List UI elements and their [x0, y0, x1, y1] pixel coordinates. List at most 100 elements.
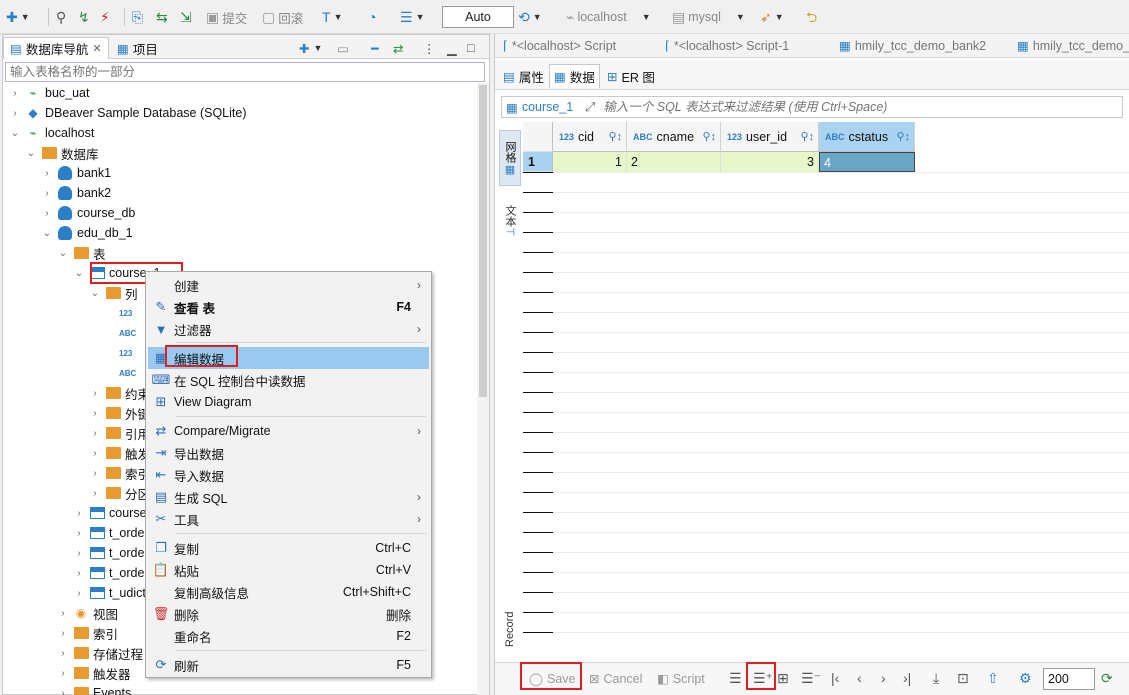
chevron-right-icon[interactable]: › — [73, 588, 85, 599]
table-filter-input[interactable] — [5, 62, 485, 82]
tree-node-localhost[interactable]: ⌄ ⌁ localhost — [9, 123, 95, 143]
chevron-down-icon[interactable]: ⌄ — [89, 288, 101, 299]
chevron-down-icon[interactable]: ⌄ — [41, 228, 53, 239]
history-button[interactable]: ⟲ ▼ — [518, 7, 542, 27]
chevron-right-icon[interactable]: › — [41, 188, 53, 199]
menu-item-view-diagram[interactable]: ⊞ View Diagram — [148, 391, 429, 413]
chevron-down-icon[interactable]: ⌄ — [57, 248, 69, 259]
menu-item-delete[interactable]: 🗑 删除 删除 — [148, 603, 429, 625]
tab-grid-view[interactable]: 网格 ▦ — [499, 130, 521, 186]
chevron-right-icon[interactable]: › — [57, 628, 69, 639]
column-header-cid[interactable]: 123 cid ⚲↕ — [553, 122, 627, 152]
copy-row-icon[interactable]: ⊞ — [777, 670, 789, 687]
tab-hmily-bank2[interactable]: ▦ hmily_tcc_demo_bank2 — [839, 38, 986, 54]
link-editor-button[interactable]: ⇄ — [393, 37, 403, 59]
tx-mode-button[interactable]: ⎘ — [132, 7, 143, 27]
tools-button[interactable]: ➶ ▼ — [760, 7, 784, 27]
chevron-right-icon[interactable]: › — [89, 408, 101, 419]
tree-node-course-db[interactable]: › course_db — [41, 203, 135, 223]
chevron-right-icon[interactable]: › — [57, 668, 69, 679]
filter-sort-icon[interactable]: ⚲↕ — [702, 130, 716, 143]
cancel-button[interactable]: ⊠ Cancel — [589, 671, 642, 687]
column-header-cname[interactable]: ABC cname ⚲↕ — [627, 122, 721, 152]
fetch-size-input[interactable]: 200 — [1043, 668, 1095, 690]
first-page-icon[interactable]: |‹ — [831, 670, 839, 686]
chevron-right-icon[interactable]: › — [57, 688, 69, 695]
filter-sort-icon[interactable]: ⚲↕ — [608, 130, 622, 143]
chevron-down-icon[interactable]: ⌄ — [9, 128, 21, 139]
tree-node-views[interactable]: › ◉ 视图 — [57, 603, 118, 623]
tree-node-procedures[interactable]: › 存储过程 — [57, 643, 143, 663]
tree-node-sqlite[interactable]: › ◆ DBeaver Sample Database (SQLite) — [9, 103, 246, 123]
chevron-down-icon[interactable]: ⌄ — [73, 268, 85, 279]
tree-node-buc-uat[interactable]: › ⌁ buc_uat — [9, 83, 89, 103]
tree-node-column[interactable]: 123 — [119, 303, 132, 323]
edit-row-icon[interactable]: ☰ — [729, 670, 742, 687]
export-icon[interactable]: ⇧ — [987, 670, 999, 687]
tree-node-t-order[interactable]: › t_order — [73, 563, 148, 583]
tree-node-indexes[interactable]: › 索引 — [57, 623, 118, 643]
menu-item-filter[interactable]: ▼ 过滤器 › — [148, 318, 429, 340]
tab-properties[interactable]: ▤ 属性 — [499, 64, 548, 88]
menu-item-read-in-console[interactable]: ⌨ 在 SQL 控制台中读数据 — [148, 369, 429, 391]
tab-hmily-other[interactable]: ▦ hmily_tcc_demo_ — [1017, 38, 1129, 54]
script-button[interactable]: ◧ Script — [657, 671, 705, 687]
grid-cell-cname[interactable]: 2 — [627, 152, 721, 172]
select-icon[interactable]: ⊡ — [957, 670, 969, 687]
grid-cell-cid[interactable]: 1 — [553, 152, 627, 172]
tree-node-events[interactable]: › Events — [57, 683, 131, 695]
chevron-right-icon[interactable]: › — [73, 508, 85, 519]
chevron-right-icon[interactable]: › — [41, 168, 53, 179]
chevron-right-icon[interactable]: › — [73, 568, 85, 579]
grid-corner[interactable] — [523, 122, 553, 152]
tab-record-view[interactable]: Record — [499, 594, 521, 664]
row-number[interactable]: 1 — [523, 152, 553, 172]
tree-node-triggers[interactable]: › 触发器 — [57, 663, 131, 683]
new-connection-button[interactable]: ✚ ▼ — [299, 37, 322, 59]
chevron-right-icon[interactable]: › — [57, 648, 69, 659]
commit-button[interactable]: ▣ 提交 — [206, 7, 247, 27]
tree-node-tables[interactable]: ⌄ 表 — [57, 243, 106, 263]
chevron-right-icon[interactable]: › — [73, 528, 85, 539]
chevron-right-icon[interactable]: › — [89, 428, 101, 439]
filter-sort-icon[interactable]: ⚲↕ — [896, 130, 910, 143]
tree-node-triggers[interactable]: › 触发 — [89, 443, 150, 463]
tab-database-navigator[interactable]: ▤ 数据库导航 ✕ — [3, 37, 109, 59]
tree-node-column[interactable]: 123 — [119, 343, 132, 363]
menu-item-export-data[interactable]: ⇥ 导出数据 — [148, 442, 429, 464]
tab-script[interactable]: ⌈ *<localhost> Script — [503, 38, 616, 54]
menu-item-paste[interactable]: 📋 粘贴 Ctrl+V — [148, 559, 429, 581]
tab-er-diagram[interactable]: ⊞ ER 图 — [603, 64, 659, 88]
tab-projects[interactable]: ▦ 项目 — [117, 37, 158, 59]
chevron-right-icon[interactable]: › — [9, 88, 21, 99]
new-folder-button[interactable]: ▭ — [337, 37, 349, 59]
menu-item-view-table[interactable]: ✎ 查看 表 F4 — [148, 296, 429, 318]
tree-node-bank2[interactable]: › bank2 — [41, 183, 111, 203]
dashboard-button[interactable]: ◔ — [368, 7, 376, 27]
chevron-right-icon[interactable]: › — [89, 448, 101, 459]
chevron-right-icon[interactable]: › — [73, 548, 85, 559]
tab-script-1[interactable]: ⌈ *<localhost> Script-1 — [665, 38, 789, 54]
menu-item-create[interactable]: 创建 › — [148, 274, 429, 296]
tree-node-references[interactable]: › 引用 — [89, 423, 150, 443]
tab-text-view[interactable]: 文本 ⊤ — [499, 196, 521, 246]
new-connection-button[interactable]: ✚ ▼ — [6, 7, 30, 27]
tree-node-columns[interactable]: ⌄ 列 — [89, 283, 138, 303]
invalidate-button[interactable]: ↯ — [78, 7, 90, 27]
tree-node-indexes[interactable]: › 索引 — [89, 463, 150, 483]
active-database-selector[interactable]: ▤ mysql ▼ — [672, 7, 745, 27]
tab-data[interactable]: ▦ 数据 — [549, 64, 600, 88]
delete-row-icon[interactable]: ☰⁻ — [801, 670, 821, 687]
column-header-user-id[interactable]: 123 user_id ⚲↕ — [721, 122, 819, 152]
chevron-right-icon[interactable]: › — [9, 108, 21, 119]
outline-button[interactable]: ☰ ▼ — [400, 7, 424, 27]
grid-cell-user-id[interactable]: 3 — [721, 152, 819, 172]
chevron-right-icon[interactable]: › — [89, 388, 101, 399]
rollback-button[interactable]: ▢ 回滚 — [262, 7, 303, 27]
view-menu-button[interactable]: ⋮ — [423, 37, 436, 59]
refresh-icon[interactable]: ⟳ — [1101, 670, 1113, 687]
sql-filter-input[interactable] — [601, 99, 1122, 115]
tree-node-partitions[interactable]: › 分区 — [89, 483, 150, 503]
minimize-button[interactable]: ▁ — [447, 37, 457, 59]
tree-node-bank1[interactable]: › bank1 — [41, 163, 111, 183]
